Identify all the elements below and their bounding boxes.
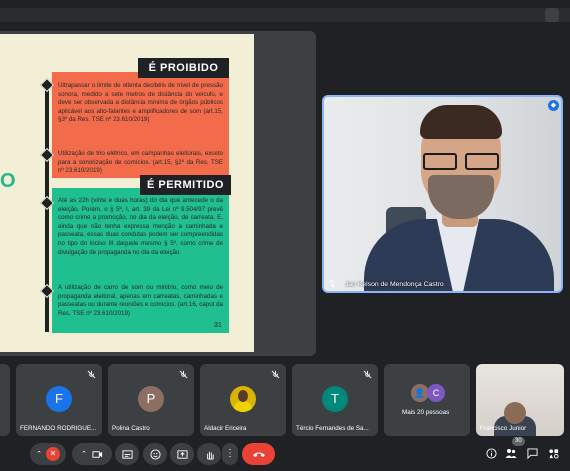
mic-off-icon <box>271 370 280 379</box>
mic-off-icon <box>363 370 372 379</box>
prohibited-box: Ultrapassar o limite de oitenta decibéis… <box>39 72 229 178</box>
camera-icon[interactable] <box>92 449 103 460</box>
top-strip <box>0 8 570 22</box>
speaker-name: Jan Kelson de Mendonça Castro <box>345 281 444 288</box>
more-icon: ⋮ <box>225 448 235 459</box>
speaker-hair <box>420 105 502 139</box>
camera-control-group[interactable]: ⌃ <box>72 443 112 465</box>
participant-head <box>504 402 526 424</box>
chevron-up-icon[interactable]: ⌃ <box>81 450 87 458</box>
prohibited-item-1: Ultrapassar o limite de oitenta decibéis… <box>58 82 223 124</box>
avatar: F <box>46 386 72 412</box>
people-icon[interactable] <box>505 447 517 459</box>
participant-count-badge: 30 <box>512 437 525 446</box>
captions-button[interactable] <box>115 443 139 465</box>
emoji-icon <box>149 448 161 460</box>
emoji-button[interactable] <box>143 443 167 465</box>
participant-tile[interactable]: Francisco Junior <box>476 364 564 436</box>
activities-icon[interactable] <box>547 447 559 459</box>
participant-name: Tércio Fernandes de Sa... <box>296 425 369 432</box>
end-call-icon <box>252 452 265 457</box>
participant-name: FERNANDO RODRIGUE... <box>20 425 97 432</box>
speaker-glasses <box>421 153 501 171</box>
slide-page-number: 31 <box>214 322 222 329</box>
audio-wave-icon: ◆ <box>548 100 559 111</box>
mic-control-group[interactable]: ⌃ ✕ <box>30 443 66 465</box>
permitted-item-1: Até as 22h (vinte e duas horas) do dia q… <box>58 197 223 256</box>
mic-off-icon <box>179 370 188 379</box>
participant-name: Polina Castro <box>112 425 150 432</box>
more-button[interactable]: ⋮ <box>222 443 238 465</box>
info-icon[interactable] <box>485 447 497 459</box>
prohibited-item-2: Utilização de trio elétrico, em campanha… <box>58 150 223 175</box>
avatar <box>230 386 256 412</box>
present-button[interactable] <box>170 443 194 465</box>
raise-hand-icon <box>206 451 214 460</box>
participant-name: Aldacir Ericeira <box>204 425 247 432</box>
more-participants-tile[interactable]: 👤 C Mais 20 pessoas <box>384 364 470 436</box>
mic-icon: 🎙 <box>328 281 337 288</box>
avatar: P <box>138 386 164 412</box>
permitted-item-2: A utilização de carro de som ou minitrio… <box>58 284 223 317</box>
top-bar <box>0 0 570 30</box>
top-right-control[interactable] <box>545 8 559 22</box>
mic-off-icon <box>87 370 96 379</box>
avatar: C <box>427 384 445 402</box>
participant-name: Francisco Junior <box>480 425 527 432</box>
present-icon <box>176 449 188 459</box>
participant-tile[interactable]: T Tércio Fernandes de Sa... <box>292 364 378 436</box>
prohibited-header: É PROIBIDO <box>138 58 229 78</box>
captions-icon <box>121 449 133 459</box>
end-call-button[interactable] <box>242 443 275 465</box>
permitted-box: Até as 22h (vinte e duas horas) do dia q… <box>39 188 229 333</box>
mic-off-icon[interactable]: ✕ <box>45 447 60 461</box>
slide-partial-letter: O <box>0 170 16 192</box>
participant-tile-partial[interactable] <box>0 364 10 436</box>
chevron-up-icon[interactable]: ⌃ <box>36 450 42 458</box>
active-speaker-tile[interactable] <box>322 95 563 293</box>
participant-name: Mais 20 pessoas <box>402 409 450 416</box>
raise-hand-button[interactable] <box>197 443 221 465</box>
permitted-header: É PERMITIDO <box>140 175 231 195</box>
avatar: T <box>322 386 348 412</box>
chat-icon[interactable] <box>526 447 538 459</box>
participant-tile[interactable]: P Polina Castro <box>108 364 194 436</box>
participant-tile[interactable]: Aldacir Ericeira <box>200 364 286 436</box>
participant-tile[interactable]: F FERNANDO RODRIGUE... <box>16 364 102 436</box>
